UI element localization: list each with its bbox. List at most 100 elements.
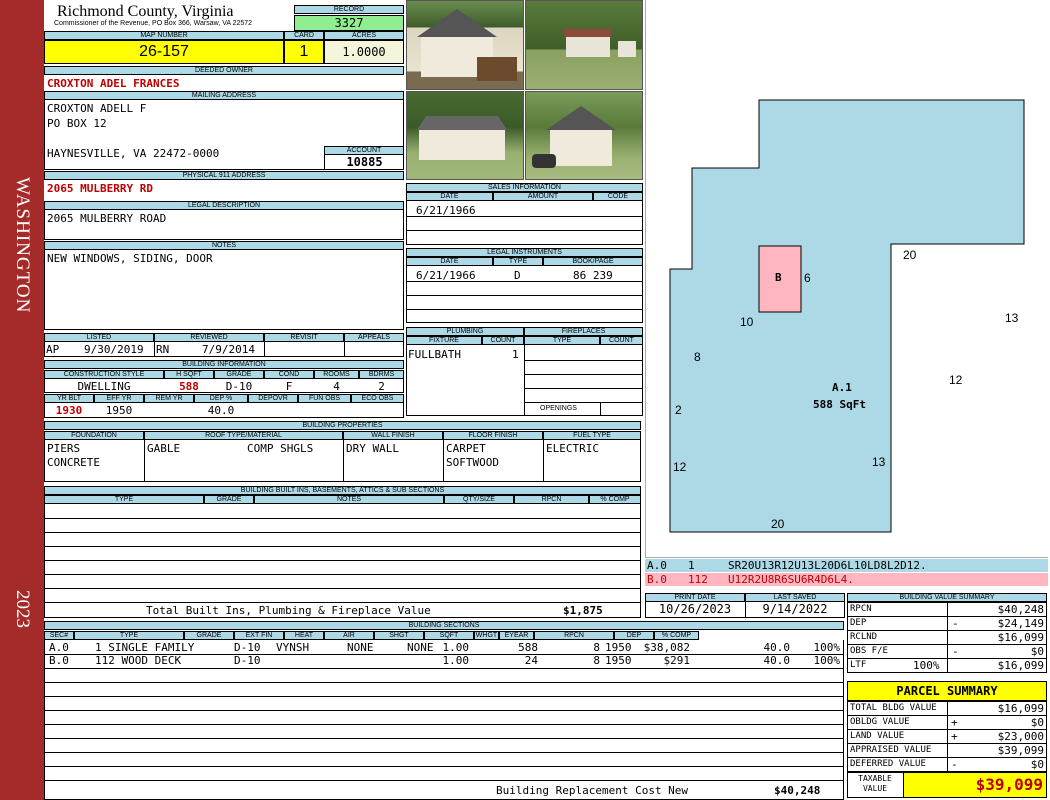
section-cell: 1.00 [442,654,470,667]
reviewed-date: 7/9/2014 [202,343,255,356]
fixture-name: FULLBATH [408,348,461,361]
builtin-qty-label: QTY/SIZE [444,495,514,504]
house-photo-1 [406,0,524,90]
builtins-label: BUILDING BUILT INS, BASEMENTS, ATTICS & … [44,486,641,495]
band-title: WASHINGTON [12,176,33,314]
section-cell: 112 WOOD DECK [95,654,182,667]
side-band [0,0,44,800]
section-row-line [44,752,844,753]
bdrms-value: 2 [378,380,385,393]
fuel-type: ELECTRIC [546,442,599,455]
foundation-label: FOUNDATION [44,431,144,440]
section-cell: D-10 [234,641,261,654]
acres-label: ACRES [324,31,404,40]
section-row-line [44,724,844,725]
yrblt-label: YR BLT [44,394,94,403]
acres-value: 1.0000 [324,40,404,64]
mailing-line3: HAYNESVILLE, VA 22472-0000 [47,147,220,160]
sales-code-label: CODE [593,192,643,201]
fuel-type-label: FUEL TYPE [543,431,641,440]
parcel-summary-value: $39,099 [997,744,1044,757]
record-label: RECORD [294,5,404,14]
legal-instruments-label: LEGAL INSTRUMENTS [406,248,643,257]
value-summary-key: LTF [850,660,867,670]
map-number: 26-157 [44,40,284,64]
fixture-count: 1 [512,348,519,361]
fireplaces-label: FIREPLACES [524,327,643,336]
house-photo-4 [525,91,643,180]
appeals-label: APPEALS [344,333,404,342]
effyr-value: 1950 [105,404,133,417]
mailing-line1: CROXTON ADELL F [47,102,147,115]
hsqft-value: 588 [179,380,199,393]
mailing-address-label: MAILING ADDRESS [44,91,404,100]
parcel-summary-value: $23,000 [997,730,1044,743]
bdrms-label: BDRMS [359,370,404,379]
builtins-total-label: Total Built Ins, Plumbing & Fireplace Va… [146,604,431,617]
roof-type: GABLE [147,442,181,455]
wall-finish: DRY WALL [346,442,399,455]
section-cell: 100% [813,654,841,667]
section-cell: 1.00 [442,641,470,654]
vector-b-string: U12R2U8R6SU6R4D6L4. [728,573,854,586]
section-row-line [44,780,844,781]
house-photo-3 [406,91,524,180]
value-summary-divider [947,644,948,659]
building-info-label: BUILDING INFORMATION [44,360,404,369]
section-col-header: % COMP [654,631,699,640]
section-col-header: HEAT [284,631,324,640]
section-col-header: SEC# [44,631,74,640]
parcel-summary-divider [947,757,948,772]
builtins-total: $1,875 [563,604,603,617]
dim-top: 20 [903,248,917,262]
taxable-label-1: TAXABLE [858,774,892,783]
foundation-2: CONCRETE [47,456,100,469]
physical-address: 2065 MULBERRY RD [47,182,153,195]
builtin-row-line [44,588,641,589]
dim-left-12: 12 [673,460,687,474]
parcel-summary-key: OBLDG VALUE [850,717,910,727]
section-col-header: SHGT [374,631,424,640]
effyr-label: EFF YR [94,394,144,403]
parcel-summary-value: $0 [1030,758,1044,771]
fixture-count-label: COUNT [482,336,524,345]
builtins-table [44,504,641,618]
value-summary-key: DEP [850,618,867,628]
rooms-label: ROOMS [314,370,359,379]
building-properties-label: BUILDING PROPERTIES [44,421,641,430]
section-col-header: EXT FIN [234,631,284,640]
account-label: ACCOUNT [324,146,404,155]
yrblt-value: 1930 [55,404,83,417]
print-date: 10/26/2023 [658,602,732,616]
value-summary-divider [947,658,948,673]
physical-address-label: PHYSICAL 911 ADDRESS [44,171,404,180]
roof-label: ROOF TYPE/MATERIAL [144,431,343,440]
builtin-rpcn-label: RPCN [514,495,589,504]
parcel-summary-key: APPRAISED VALUE [850,745,932,755]
commissioner-address: Commissioner of the Revenue, PO Box 366,… [54,20,253,27]
band-year: 2023 [12,590,33,628]
dim-step-10: 10 [740,315,754,329]
instr-row-bookpage: 86 239 [573,269,613,282]
legal-description-label: LEGAL DESCRIPTION [44,201,404,210]
sales-amount-label: AMOUNT [493,192,593,201]
section-col-header: DEP [614,631,654,640]
dim-left-8: 8 [694,350,701,364]
builtin-row-line [44,574,641,575]
construction-style-label: CONSTRUCTION STYLE [44,370,164,379]
builtin-notes-label: NOTES [254,495,444,504]
builtin-row-line [44,518,641,519]
section-col-header: EYEAR [499,631,534,640]
remyr-label: REM YR [144,394,194,403]
section-row-line [44,710,844,711]
section-row-line [44,738,844,739]
sketch-area [645,0,1048,558]
notes-text: NEW WINDOWS, SIDING, DOOR [47,252,213,265]
last-saved-label: LAST SAVED [745,593,845,602]
reviewed-label: REVIEWED [154,333,264,342]
parcel-summary-key: DEFERRED VALUE [850,759,926,769]
sales-row-date: 6/21/1966 [416,204,476,217]
value-summary-value: $0 [1030,645,1044,658]
floor-finish-1: CARPET [446,442,486,455]
foundation-1: PIERS [47,442,81,455]
